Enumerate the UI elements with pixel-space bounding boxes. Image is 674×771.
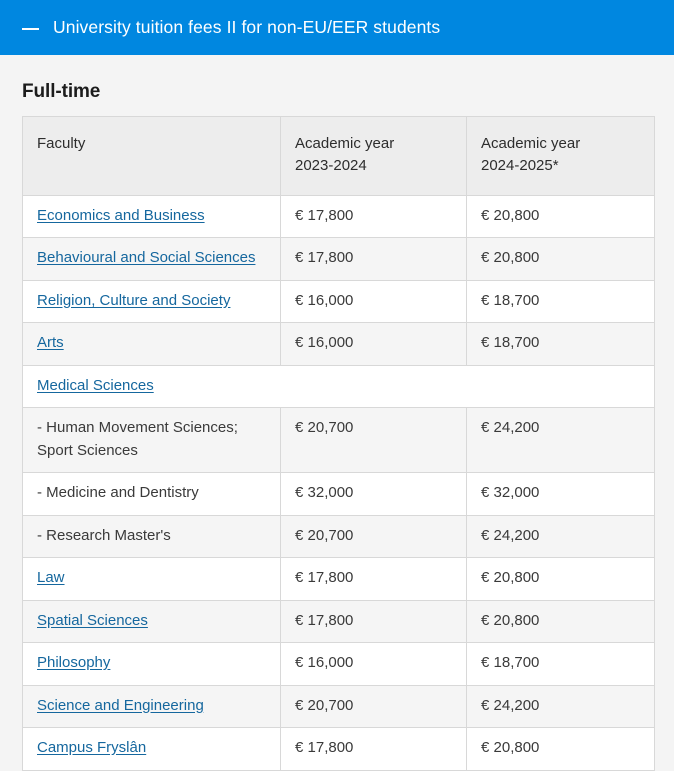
faculty-link[interactable]: Campus Fryslân [37,739,146,756]
cell-fee-2024-2025: € 32,000 [466,472,655,516]
cell-fee-2023-2024: € 17,800 [280,237,467,281]
cell-faculty: - Research Master's [22,514,281,558]
cell-faculty: Philosophy [22,642,281,686]
cell-fee-2024-2025: € 20,800 [466,194,655,238]
table-body: Economics and Business € 17,800 € 20,800 Be… [22,194,655,771]
cell-faculty: Economics and Business [22,194,281,238]
page-title: University tuition fees II for non-EU/EE… [53,16,441,37]
cell-fee-2023-2024: € 17,800 [280,194,467,238]
cell-fee-2023-2024: € 32,000 [280,472,467,516]
table-row: Arts € 16,000 € 18,700 [22,322,655,366]
section-heading-full-time: Full-time [22,81,101,102]
faculty-link[interactable]: Law [37,569,65,586]
content-area: Full-time Faculty Academic year 2023-202… [0,81,674,771]
column-header-y2324-line2: 2023-2024 [295,156,367,174]
cell-faculty: Law [22,557,281,601]
cell-fee-2024-2025: € 18,700 [466,322,655,366]
faculty-link[interactable]: Spatial Sciences [37,612,148,629]
cell-faculty: - Human Movement Sciences; Sport Science… [22,407,281,473]
table-row: Science and Engineering € 20,700 € 24,200 [22,684,655,728]
table-row: Campus Fryslân € 17,800 € 20,800 [22,727,655,771]
dash-icon [22,27,39,30]
faculty-label: - Human Movement Sciences; Sport Science… [37,419,238,459]
cell-faculty: Spatial Sciences [22,599,281,643]
cell-fee-2023-2024: € 20,700 [280,514,467,558]
table-header-row: Faculty Academic year 2023-2024 Academic… [22,116,655,196]
cell-fee-2024-2025: € 18,700 [466,279,655,323]
table-row: - Medicine and Dentistry € 32,000 € 32,000 [22,472,655,516]
table-row: Philosophy € 16,000 € 18,700 [22,642,655,686]
cell-fee-2023-2024: € 20,700 [280,684,467,728]
table-row: - Research Master's € 20,700 € 24,200 [22,514,655,558]
column-header-y2425-line1: Academic year [481,135,581,152]
cell-fee-2024-2025: € 24,200 [466,684,655,728]
table-row: Religion, Culture and Society € 16,000 € 1… [22,279,655,323]
faculty-link[interactable]: Medical Sciences [37,377,154,394]
cell-faculty: Behavioural and Social Sciences [22,237,281,281]
table-row: Economics and Business € 17,800 € 20,800 [22,194,655,238]
cell-faculty: Arts [22,322,281,366]
cell-fee-2023-2024: € 20,700 [280,407,467,473]
table-row: Medical Sciences [22,364,655,408]
table-row: Law € 17,800 € 20,800 [22,557,655,601]
cell-fee-2024-2025: € 20,800 [466,237,655,281]
cell-fee-2023-2024: € 16,000 [280,642,467,686]
table-head: Faculty Academic year 2023-2024 Academic… [22,116,655,196]
cell-faculty: Campus Fryslân [22,727,281,771]
column-header-y2425-line2: 2024-2025* [481,156,559,174]
faculty-link[interactable]: Science and Engineering [37,697,204,714]
column-header-academic-year-2023-2024: Academic year 2023-2024 [280,116,467,196]
table-row: Behavioural and Social Sciences € 17,800 €… [22,237,655,281]
cell-fee-2024-2025: € 24,200 [466,514,655,558]
cell-fee-2023-2024: € 16,000 [280,279,467,323]
faculty-link[interactable]: Arts [37,334,64,351]
faculty-label: - Medicine and Dentistry [37,484,199,501]
cell-fee-2023-2024: € 17,800 [280,557,467,601]
column-header-faculty: Faculty [22,116,281,196]
cell-faculty: Science and Engineering [22,684,281,728]
column-header-faculty-line1: Faculty [37,135,86,152]
column-header-y2324-line1: Academic year [295,135,395,152]
cell-fee-2024-2025: € 20,800 [466,727,655,771]
tuition-fees-table: Faculty Academic year 2023-2024 Academic… [22,116,655,771]
cell-faculty: Religion, Culture and Society [22,279,281,323]
cell-fee-2024-2025: € 18,700 [466,642,655,686]
faculty-link[interactable]: Economics and Business [37,207,205,224]
faculty-link[interactable]: Behavioural and Social Sciences [37,249,255,266]
page-header-bar: University tuition fees II for non-EU/EE… [0,0,674,55]
cell-fee-2024-2025: € 20,800 [466,557,655,601]
table-row: Spatial Sciences € 17,800 € 20,800 [22,599,655,643]
faculty-label: - Research Master's [37,526,171,544]
cell-faculty: - Medicine and Dentistry [22,472,281,516]
cell-faculty: Medical Sciences [22,364,655,408]
faculty-link[interactable]: Religion, Culture and Society [37,292,230,309]
column-header-academic-year-2024-2025: Academic year 2024-2025* [466,116,655,196]
faculty-link[interactable]: Philosophy [37,654,110,671]
cell-fee-2023-2024: € 17,800 [280,599,467,643]
cell-fee-2023-2024: € 16,000 [280,322,467,366]
cell-fee-2024-2025: € 24,200 [466,407,655,473]
cell-fee-2024-2025: € 20,800 [466,599,655,643]
cell-fee-2023-2024: € 17,800 [280,727,467,771]
table-row: - Human Movement Sciences; Sport Science… [22,407,655,473]
